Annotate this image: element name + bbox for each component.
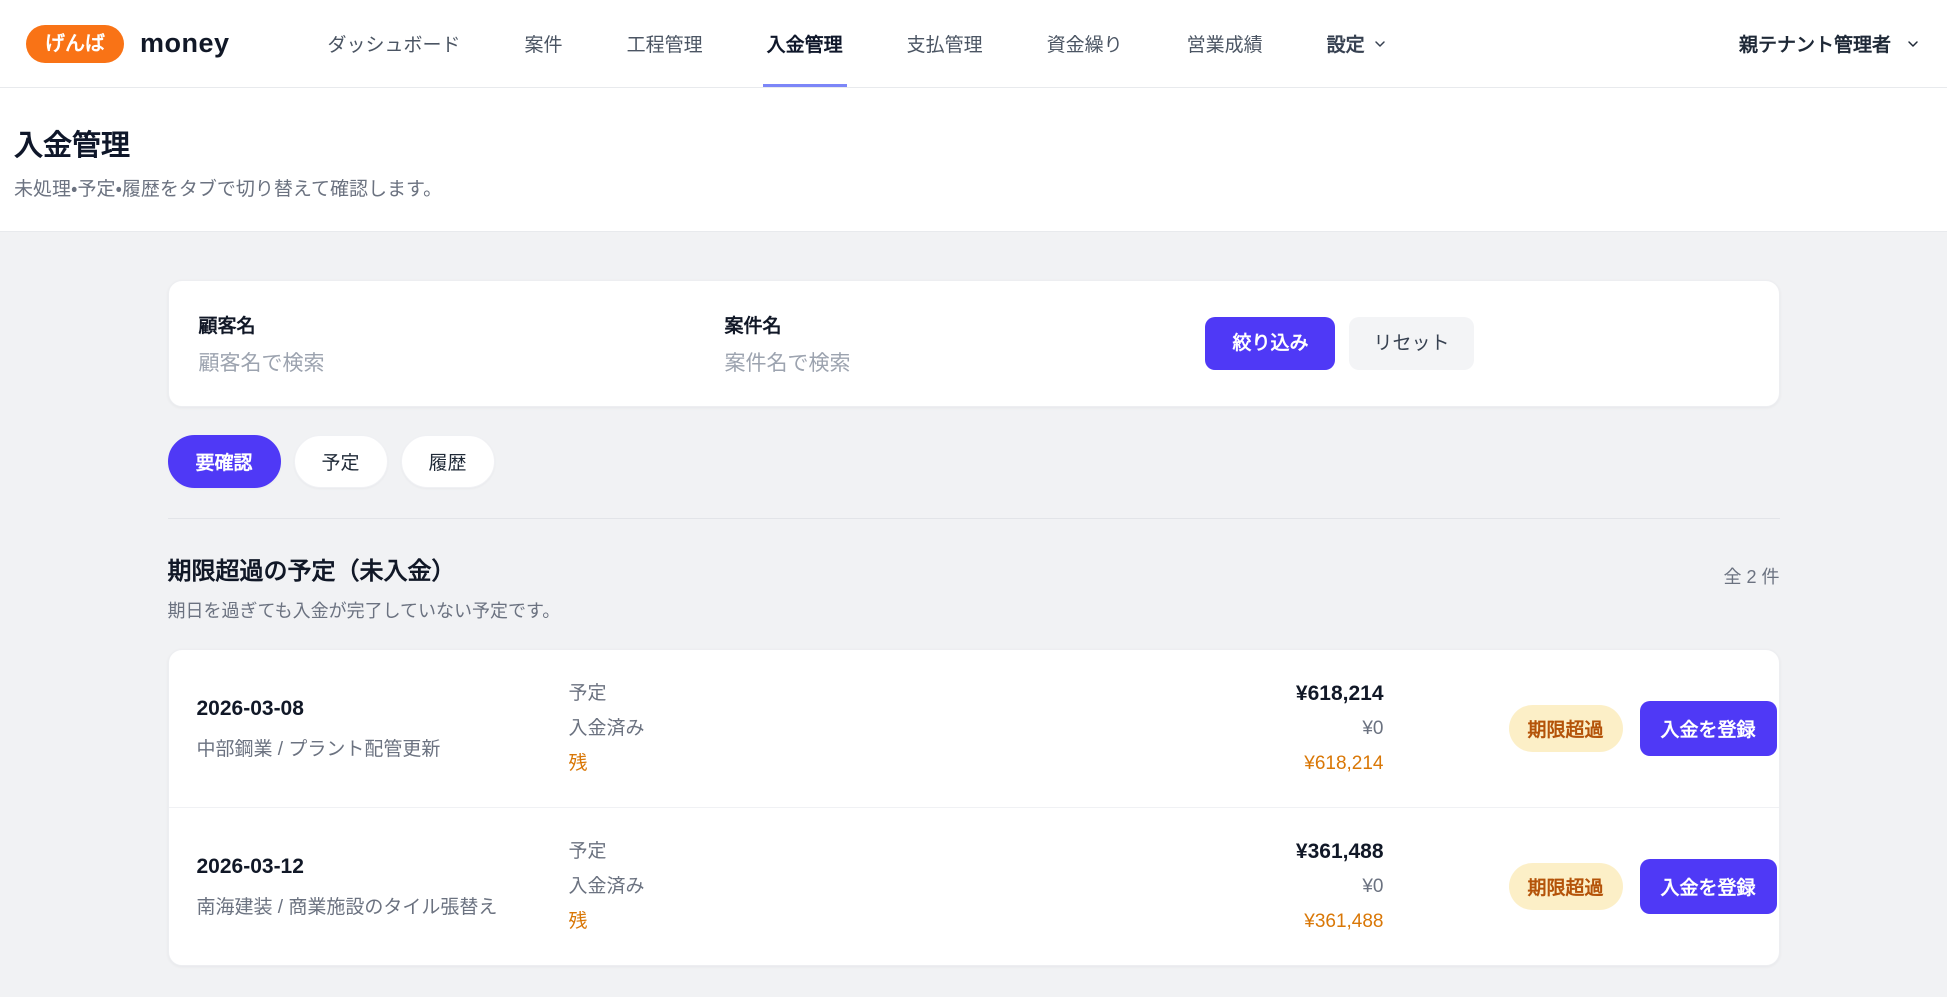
planned-amount: ¥361,488 (689, 834, 1384, 869)
nav-item-settings-label: 設定 (1327, 30, 1365, 57)
received-label: 入金済み (569, 711, 689, 746)
row-amounts: ¥361,488 ¥0 ¥361,488 (689, 834, 1384, 939)
app-header: げんば money ダッシュボード 案件 工程管理 入金管理 支払管理 資金繰り… (0, 0, 1947, 88)
filter-button[interactable]: 絞り込み (1205, 317, 1335, 370)
customer-field-group: 顧客名 (199, 311, 725, 376)
page-head: 入金管理 未処理・予定・履歴をタブで切り替えて確認します。 (0, 88, 1947, 232)
table-row: 2026-03-08 中部鋼業 / プラント配管更新 予定 入金済み 残 ¥61… (169, 650, 1779, 807)
user-menu[interactable]: 親テナント管理者 (1739, 0, 1921, 87)
status-badge-overdue: 期限超過 (1509, 863, 1623, 910)
reset-button[interactable]: リセット (1349, 317, 1473, 370)
brand-badge: げんば (26, 25, 124, 63)
received-label: 入金済み (569, 869, 689, 904)
filter-tabs: 要確認 予定 履歴 (168, 435, 1780, 488)
main-content: 顧客名 案件名 絞り込み リセット 要確認 予定 履歴 期限超過の予定（未入金）… (0, 232, 1947, 997)
remaining-amount: ¥618,214 (689, 746, 1384, 781)
planned-label: 予定 (569, 676, 689, 711)
register-deposit-button[interactable]: 入金を登録 (1640, 701, 1777, 756)
section-head: 期限超過の予定（未入金） 期日を過ぎても入金が完了していない予定です。 全 2 … (168, 551, 1780, 623)
brand-name: money (140, 28, 230, 59)
row-customer-project: 中部鋼業 / プラント配管更新 (197, 734, 569, 761)
table-row: 2026-03-12 南海建装 / 商業施設のタイル張替え 予定 入金済み 残 … (169, 807, 1779, 965)
row-date: 2026-03-08 (197, 697, 569, 721)
section-subtitle: 期日を過ぎても入金が完了していない予定です。 (168, 597, 561, 623)
remaining-label: 残 (569, 904, 689, 939)
planned-amount: ¥618,214 (689, 676, 1384, 711)
row-identity: 2026-03-12 南海建装 / 商業施設のタイル張替え (197, 855, 569, 919)
nav-item-sales[interactable]: 営業成績 (1183, 0, 1267, 87)
page-title: 入金管理 (14, 122, 1931, 164)
nav-item-projects[interactable]: 案件 (521, 0, 567, 87)
page-subtitle: 未処理・予定・履歴をタブで切り替えて確認します。 (14, 174, 1931, 201)
received-amount: ¥0 (689, 711, 1384, 746)
nav-item-cashflow[interactable]: 資金繰り (1043, 0, 1127, 87)
search-actions: 絞り込み リセット (1205, 317, 1748, 370)
project-name-label: 案件名 (725, 311, 1155, 338)
register-deposit-button[interactable]: 入金を登録 (1640, 859, 1777, 914)
remaining-amount: ¥361,488 (689, 904, 1384, 939)
main-nav: ダッシュボード 案件 工程管理 入金管理 支払管理 資金繰り 営業成績 設定 (296, 0, 1420, 87)
content-divider (168, 518, 1780, 519)
row-identity: 2026-03-08 中部鋼業 / プラント配管更新 (197, 697, 569, 761)
nav-item-dashboard[interactable]: ダッシュボード (324, 0, 465, 87)
nav-item-deposits[interactable]: 入金管理 (763, 0, 847, 87)
user-name: 親テナント管理者 (1739, 30, 1891, 57)
project-name-input[interactable] (725, 352, 1155, 376)
nav-item-schedule[interactable]: 工程管理 (623, 0, 707, 87)
tab-scheduled[interactable]: 予定 (294, 435, 388, 488)
tab-needs-review[interactable]: 要確認 (168, 435, 281, 488)
chevron-down-icon (1372, 36, 1388, 52)
section-title: 期限超過の予定（未入金） (168, 551, 561, 586)
nav-item-settings[interactable]: 設定 (1323, 0, 1392, 87)
planned-label: 予定 (569, 834, 689, 869)
tab-history[interactable]: 履歴 (401, 435, 495, 488)
row-amount-labels: 予定 入金済み 残 (569, 676, 689, 781)
chevron-down-icon (1905, 36, 1921, 52)
row-amounts: ¥618,214 ¥0 ¥618,214 (689, 676, 1384, 781)
overdue-list-card: 2026-03-08 中部鋼業 / プラント配管更新 予定 入金済み 残 ¥61… (168, 649, 1780, 966)
remaining-label: 残 (569, 746, 689, 781)
search-card: 顧客名 案件名 絞り込み リセット (168, 280, 1780, 407)
nav-item-payments[interactable]: 支払管理 (903, 0, 987, 87)
project-field-group: 案件名 (725, 311, 1155, 376)
brand-logo[interactable]: げんば money (26, 0, 230, 87)
row-customer-project: 南海建装 / 商業施設のタイル張替え (197, 892, 569, 919)
row-amount-labels: 予定 入金済み 残 (569, 834, 689, 939)
status-badge-overdue: 期限超過 (1509, 705, 1623, 752)
section-count: 全 2 件 (1723, 551, 1779, 589)
row-date: 2026-03-12 (197, 855, 569, 879)
customer-name-label: 顧客名 (199, 311, 725, 338)
customer-name-input[interactable] (199, 352, 725, 376)
received-amount: ¥0 (689, 869, 1384, 904)
